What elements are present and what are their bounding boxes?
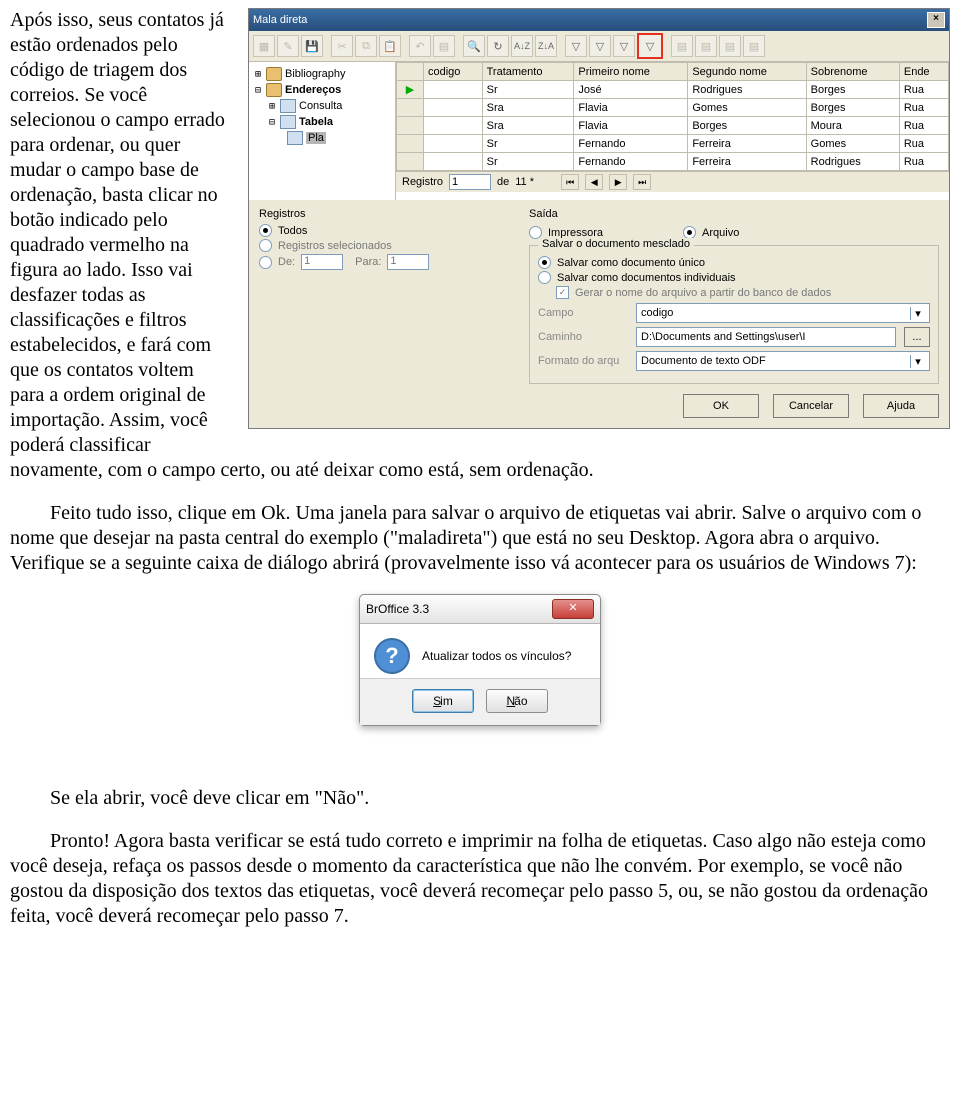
data-grid[interactable]: codigo Tratamento Primeiro nome Segundo … [396, 62, 949, 171]
filter-icon[interactable]: ▽ [565, 35, 587, 57]
table-row: ▶SrJoséRodriguesBorgesRua [397, 81, 949, 99]
browse-button[interactable]: ... [904, 327, 930, 347]
radio-todos[interactable]: Todos [259, 224, 509, 237]
de-input[interactable]: 1 [301, 254, 343, 270]
toolbar-icon[interactable]: ▤ [719, 35, 741, 57]
radio-selecionados[interactable]: Registros selecionados [259, 239, 509, 252]
help-button[interactable]: Ajuda [863, 394, 939, 418]
campo-select[interactable]: codigo▾ [636, 303, 930, 323]
tree-node[interactable]: Tabela [299, 116, 333, 128]
record-current-input[interactable] [449, 174, 491, 190]
remove-filter-sort-button[interactable]: ▽ [637, 33, 663, 59]
nav-first-icon[interactable]: ⏮ [561, 174, 579, 190]
toolbar-icon[interactable]: ▤ [695, 35, 717, 57]
msg-title: BrOffice 3.3 [366, 602, 429, 616]
sort-desc-icon[interactable]: Z↓A [535, 35, 557, 57]
update-links-dialog: BrOffice 3.3 ✕ ? Atualizar todos os vínc… [359, 594, 601, 726]
radio-doc-indiv[interactable]: Salvar como documentos individuais [538, 271, 930, 284]
copy-icon[interactable]: ⧉ [355, 35, 377, 57]
close-icon[interactable]: × [927, 12, 945, 28]
toolbar-icon[interactable]: ▤ [743, 35, 765, 57]
record-label: Registro [402, 176, 443, 188]
col-header[interactable]: Sobrenome [806, 63, 899, 81]
col-header[interactable]: Tratamento [482, 63, 574, 81]
paragraph-3: Se ela abrir, você deve clicar em "Não". [10, 786, 950, 811]
paragraph-4: Pronto! Agora basta verificar se está tu… [10, 829, 950, 929]
table-row: SrFernandoFerreiraRodriguesRua [397, 153, 949, 171]
refresh-icon[interactable]: ↻ [487, 35, 509, 57]
nav-last-icon[interactable]: ⏭ [633, 174, 651, 190]
dialog-title: Mala direta [253, 14, 307, 26]
record-total: 11 * [515, 176, 555, 188]
datasource-tree[interactable]: ⊞Bibliography ⊟Endereços ⊞Consulta ⊟Tabe… [249, 62, 396, 200]
table-row: SraFlaviaGomesBorgesRua [397, 99, 949, 117]
toolbar-icon[interactable]: ▤ [671, 35, 693, 57]
mail-merge-dialog-screenshot: Mala direta × ▦ ✎ 💾 ✂ ⧉ 📋 ↶ ▤ 🔍 ↻ A↓Z Z↓… [248, 8, 950, 429]
autofilter-icon[interactable]: ▽ [589, 35, 611, 57]
records-group-title: Registros [259, 208, 509, 220]
col-header[interactable]: Primeiro nome [574, 63, 688, 81]
caminho-input[interactable]: D:\Documents and Settings\user\I [636, 327, 896, 347]
sort-asc-icon[interactable]: A↓Z [511, 35, 533, 57]
nav-next-icon[interactable]: ▶ [609, 174, 627, 190]
col-header[interactable]: Ende [899, 63, 948, 81]
radio-de[interactable]: De: 1 Para: 1 [259, 254, 509, 270]
table-row: SraFlaviaBorgesMouraRua [397, 117, 949, 135]
toolbar: ▦ ✎ 💾 ✂ ⧉ 📋 ↶ ▤ 🔍 ↻ A↓Z Z↓A ▽ ▽ ▽ ▽ ▤ ▤ … [249, 31, 949, 62]
cancel-button[interactable]: Cancelar [773, 394, 849, 418]
tree-node-selected[interactable]: Pla [306, 132, 326, 144]
output-group-title: Saída [529, 208, 939, 220]
close-icon[interactable]: ✕ [552, 599, 594, 619]
ok-button[interactable]: OK [683, 394, 759, 418]
tree-node[interactable]: Bibliography [285, 68, 346, 80]
toolbar-icon[interactable]: 💾 [301, 35, 323, 57]
col-header[interactable]: codigo [424, 63, 483, 81]
save-frame-title: Salvar o documento mesclado [538, 238, 694, 250]
dialog-titlebar: Mala direta × [249, 9, 949, 31]
search-icon[interactable]: 🔍 [463, 35, 485, 57]
paragraph-2: Feito tudo isso, clique em Ok. Uma janel… [10, 501, 950, 576]
table-row: SrFernandoFerreiraGomesRua [397, 135, 949, 153]
check-gerar-nome[interactable]: ✓Gerar o nome do arquivo a partir do ban… [556, 286, 930, 299]
record-navigator: Registro de 11 * ⏮ ◀ ▶ ⏭ [396, 171, 949, 192]
paste-icon[interactable]: 📋 [379, 35, 401, 57]
undo-icon[interactable]: ↶ [409, 35, 431, 57]
formato-select[interactable]: Documento de texto ODF▾ [636, 351, 930, 371]
msg-text: Atualizar todos os vínculos? [422, 649, 571, 663]
toolbar-icon[interactable]: ▤ [433, 35, 455, 57]
tree-node[interactable]: Endereços [285, 84, 341, 96]
col-header[interactable]: Segundo nome [688, 63, 806, 81]
nao-button[interactable]: Não [486, 689, 548, 713]
cut-icon[interactable]: ✂ [331, 35, 353, 57]
nav-prev-icon[interactable]: ◀ [585, 174, 603, 190]
para-input[interactable]: 1 [387, 254, 429, 270]
toolbar-icon[interactable]: ✎ [277, 35, 299, 57]
standard-filter-icon[interactable]: ▽ [613, 35, 635, 57]
question-icon: ? [374, 638, 410, 674]
toolbar-icon[interactable]: ▦ [253, 35, 275, 57]
tree-node[interactable]: Consulta [299, 100, 342, 112]
sim-button[interactable]: Sim [412, 689, 474, 713]
radio-doc-unico[interactable]: Salvar como documento único [538, 256, 930, 269]
